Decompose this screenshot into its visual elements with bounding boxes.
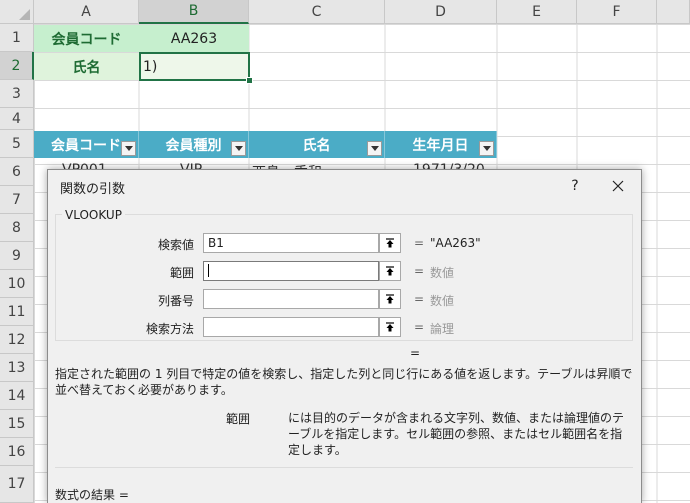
row-header-15[interactable]: 15: [0, 410, 34, 438]
table-header-label: 氏名: [302, 137, 331, 154]
text-caret: [208, 264, 209, 277]
row-header-12[interactable]: 12: [0, 326, 34, 354]
row-header-16[interactable]: 16: [0, 438, 34, 466]
collapse-arrow-icon: [386, 294, 394, 304]
table-header-label: 会員コード: [51, 137, 121, 154]
arguments-group: VLOOKUP 検索値 = "AA263" 範囲 = 数値: [55, 208, 633, 341]
divider: [55, 467, 633, 468]
arg-label-col-index: 列番号: [157, 294, 194, 308]
filter-dropdown-icon[interactable]: [121, 141, 136, 156]
function-name: VLOOKUP: [62, 208, 125, 222]
row-header-4[interactable]: 4: [0, 108, 34, 130]
arg-result-col-index: 数値: [430, 294, 455, 308]
formula-result-label: 数式の結果 =: [55, 488, 129, 502]
table-header-label: 会員種別: [165, 137, 222, 154]
arg-equals: =: [414, 264, 425, 278]
select-all-corner[interactable]: [0, 0, 34, 24]
arg-equals: =: [414, 320, 425, 334]
cell-a1[interactable]: 会員コード: [34, 25, 139, 52]
collapse-dialog-button[interactable]: [379, 233, 401, 253]
column-header-d[interactable]: D: [385, 0, 497, 24]
cell-a2[interactable]: 氏名: [34, 53, 139, 80]
row-header-8[interactable]: 8: [0, 214, 34, 242]
filter-dropdown-icon[interactable]: [479, 141, 494, 156]
row-header-13[interactable]: 13: [0, 354, 34, 382]
filter-dropdown-icon[interactable]: [231, 141, 246, 156]
help-button[interactable]: ?: [563, 174, 587, 198]
row-header-17[interactable]: 17: [0, 466, 34, 503]
column-header-g[interactable]: [657, 0, 690, 24]
row-header-9[interactable]: 9: [0, 242, 34, 270]
arg-result-range-lookup: 論理: [430, 322, 455, 336]
dialog-body: VLOOKUP 検索値 = "AA263" 範囲 = 数値: [48, 202, 641, 503]
row-header-1[interactable]: 1: [0, 24, 34, 52]
arg-label-range-lookup: 検索方法: [145, 322, 194, 336]
row-header-2[interactable]: 2: [0, 52, 34, 80]
cell-b1[interactable]: AA263: [139, 25, 249, 52]
collapse-arrow-icon: [386, 322, 394, 332]
function-arguments-dialog[interactable]: 関数の引数 ? VLOOKUP 検索値 = "AA263" 範囲: [47, 169, 642, 503]
collapse-arrow-icon: [386, 238, 394, 248]
collapse-dialog-button[interactable]: [379, 261, 401, 281]
arg-result-table-array: 数値: [430, 266, 455, 280]
row-header-7[interactable]: 7: [0, 186, 34, 214]
column-header-a[interactable]: A: [34, 0, 139, 24]
col-index-input[interactable]: [203, 289, 379, 309]
row-header-6[interactable]: 6: [0, 158, 34, 186]
row-header-5[interactable]: 5: [0, 130, 34, 158]
collapse-dialog-button[interactable]: [379, 289, 401, 309]
range-lookup-input[interactable]: [203, 317, 379, 337]
column-header-b[interactable]: B: [139, 0, 249, 24]
table-header-label: 生年月日: [412, 137, 469, 154]
function-description: 指定された範囲の 1 列目で特定の値を検索し、指定した列と同じ行にある値を返しま…: [55, 367, 633, 397]
arg-equals: =: [414, 236, 425, 250]
table-header-member-type[interactable]: 会員種別: [139, 131, 249, 158]
row-header-3[interactable]: 3: [0, 80, 34, 108]
arg-equals: =: [414, 292, 425, 306]
dialog-title: 関数の引数: [60, 182, 126, 197]
collapse-dialog-button[interactable]: [379, 317, 401, 337]
column-header-f[interactable]: F: [577, 0, 657, 24]
row-header-10[interactable]: 10: [0, 270, 34, 298]
function-result-equals: =: [410, 346, 421, 360]
arg-result-lookup-value: "AA263": [430, 236, 481, 250]
table-header-name[interactable]: 氏名: [249, 131, 385, 158]
table-header-member-code[interactable]: 会員コード: [34, 131, 139, 158]
table-header-birthdate[interactable]: 生年月日: [385, 131, 497, 158]
cell-b2[interactable]: 1): [139, 52, 253, 84]
column-header-e[interactable]: E: [497, 0, 577, 24]
argument-help-text: には目的のデータが含まれる文字列、数値、または論理値のテーブルを指定します。セル…: [288, 411, 625, 457]
row-header-11[interactable]: 11: [0, 298, 34, 326]
table-array-input[interactable]: [203, 261, 379, 281]
row-header-14[interactable]: 14: [0, 382, 34, 410]
column-header-c[interactable]: C: [249, 0, 385, 24]
collapse-arrow-icon: [386, 266, 394, 276]
argument-help-name: 範囲: [226, 412, 251, 426]
arg-label-lookup-value: 検索値: [157, 238, 194, 252]
filter-dropdown-icon[interactable]: [367, 141, 382, 156]
close-icon: [612, 180, 624, 192]
arg-label-table-array: 範囲: [169, 266, 194, 280]
lookup-value-input[interactable]: [203, 233, 379, 253]
close-button[interactable]: [603, 172, 633, 200]
